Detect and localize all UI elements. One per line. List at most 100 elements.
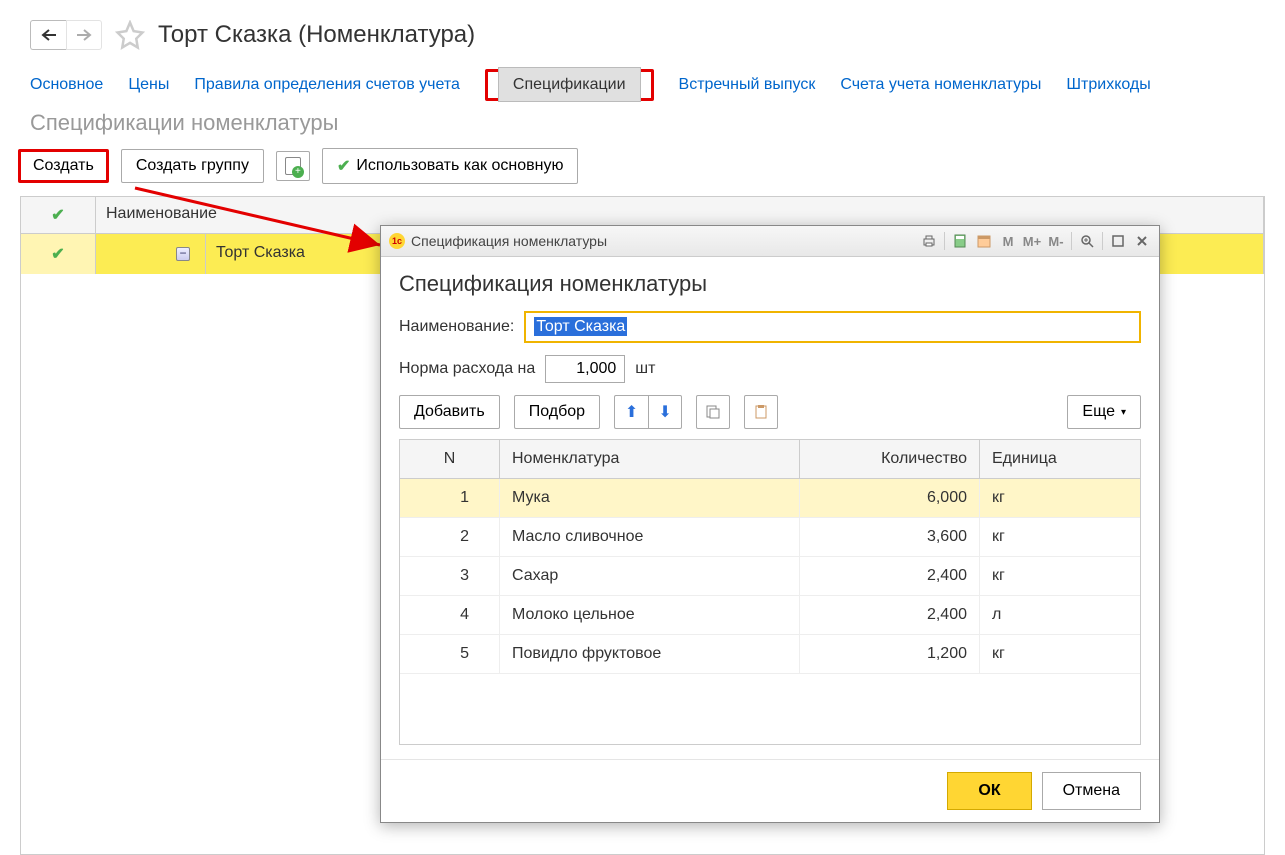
grid-row[interactable]: 2 Масло сливочное 3,600 кг: [400, 518, 1140, 557]
cell-unit: л: [980, 596, 1140, 634]
col-nomenclature[interactable]: Номенклатура: [500, 440, 800, 478]
grid-row[interactable]: 1 Мука 6,000 кг: [400, 479, 1140, 518]
cell-n: 1: [400, 479, 500, 517]
collapse-icon: −: [176, 247, 190, 261]
ok-button[interactable]: ОК: [947, 772, 1031, 810]
col-quantity[interactable]: Количество: [800, 440, 980, 478]
row-rate: Норма расхода на шт: [399, 355, 1141, 383]
calculator-icon[interactable]: [951, 232, 969, 250]
calendar-icon[interactable]: [975, 232, 993, 250]
pick-button[interactable]: Подбор: [514, 395, 600, 429]
forward-button[interactable]: [66, 20, 102, 50]
name-input-value: Торт Сказка: [534, 317, 627, 336]
tab-specifications[interactable]: Спецификации: [498, 67, 641, 102]
cancel-button[interactable]: Отмена: [1042, 772, 1141, 810]
name-label: Наименование:: [399, 318, 514, 336]
tabs-bar: Основное Цены Правила определения счетов…: [0, 60, 1285, 102]
cell-qty: 1,200: [800, 635, 980, 673]
dialog-body: Спецификация номенклатуры Наименование: …: [381, 257, 1159, 759]
use-as-main-button[interactable]: Использовать как основную: [322, 148, 578, 184]
cell-unit: кг: [980, 479, 1140, 517]
document-plus-icon: [285, 157, 301, 175]
rate-label: Норма расхода на: [399, 360, 535, 378]
zoom-icon[interactable]: [1078, 232, 1096, 250]
create-button[interactable]: Создать: [18, 149, 109, 183]
tab-accounts[interactable]: Счета учета номенклатуры: [840, 68, 1041, 102]
name-input[interactable]: Торт Сказка: [524, 311, 1141, 343]
memory-m-button[interactable]: M: [999, 232, 1017, 250]
use-as-main-label: Использовать как основную: [356, 157, 563, 175]
row-name: Наименование: Торт Сказка: [399, 311, 1141, 343]
tab-main[interactable]: Основное: [30, 68, 103, 102]
grid-row[interactable]: 4 Молоко цельное 2,400 л: [400, 596, 1140, 635]
back-button[interactable]: [30, 20, 66, 50]
dialog-titlebar[interactable]: 1c Спецификация номенклатуры M M+ M-: [381, 226, 1159, 257]
cell-n: 3: [400, 557, 500, 595]
cell-nom: Повидло фруктовое: [500, 635, 800, 673]
tab-counter-release[interactable]: Встречный выпуск: [679, 68, 816, 102]
create-group-button[interactable]: Создать группу: [121, 149, 264, 183]
cell-default: [21, 234, 96, 274]
cell-qty: 6,000: [800, 479, 980, 517]
arrow-down-icon: ⬇: [658, 402, 671, 422]
app-logo-icon: 1c: [389, 233, 405, 249]
maximize-icon[interactable]: [1109, 232, 1127, 250]
cell-unit: кг: [980, 635, 1140, 673]
add-row-button[interactable]: Добавить: [399, 395, 500, 429]
grid-header: N Номенклатура Количество Единица: [400, 440, 1140, 479]
grid-padding: [400, 674, 1140, 744]
copy-create-button[interactable]: [276, 151, 310, 181]
cell-n: 5: [400, 635, 500, 673]
rate-input[interactable]: [545, 355, 625, 383]
tab-specifications-highlight: Спецификации: [485, 69, 654, 101]
dialog-footer: ОК Отмена: [381, 759, 1159, 822]
col-default[interactable]: [21, 197, 96, 233]
move-down-button[interactable]: ⬇: [648, 395, 682, 429]
tab-barcodes[interactable]: Штрихкоды: [1066, 68, 1150, 102]
more-label: Еще: [1082, 403, 1115, 421]
toolbar: Создать Создать группу Использовать как …: [0, 148, 1285, 196]
tab-account-rules[interactable]: Правила определения счетов учета: [194, 68, 460, 102]
check-icon: [337, 156, 350, 176]
cell-n: 4: [400, 596, 500, 634]
dialog-window-title: Спецификация номенклатуры: [411, 233, 914, 249]
grid-row[interactable]: 3 Сахар 2,400 кг: [400, 557, 1140, 596]
dialog-title: Спецификация номенклатуры: [399, 271, 1141, 297]
print-icon[interactable]: [920, 232, 938, 250]
cell-expand[interactable]: −: [96, 234, 206, 274]
check-icon: [51, 207, 64, 224]
cell-nom: Масло сливочное: [500, 518, 800, 556]
copy-rows-button[interactable]: [696, 395, 730, 429]
cell-qty: 2,400: [800, 596, 980, 634]
move-up-button[interactable]: ⬆: [614, 395, 648, 429]
tab-prices[interactable]: Цены: [128, 68, 169, 102]
arrow-up-icon: ⬆: [625, 402, 638, 422]
close-icon[interactable]: [1133, 232, 1151, 250]
topbar: Торт Сказка (Номенклатура): [0, 0, 1285, 60]
col-unit[interactable]: Единица: [980, 440, 1140, 478]
favorite-star-icon[interactable]: [115, 20, 145, 50]
col-n[interactable]: N: [400, 440, 500, 478]
grid-toolbar: Добавить Подбор ⬆ ⬇ Еще ▾: [399, 395, 1141, 429]
cell-qty: 3,600: [800, 518, 980, 556]
rate-unit: шт: [635, 360, 655, 378]
paste-rows-button[interactable]: [744, 395, 778, 429]
nav-history-group: [30, 20, 102, 50]
grid-row[interactable]: 5 Повидло фруктовое 1,200 кг: [400, 635, 1140, 674]
cell-n: 2: [400, 518, 500, 556]
ingredients-grid: N Номенклатура Количество Единица 1 Мука…: [399, 439, 1141, 745]
memory-mminus-button[interactable]: M-: [1047, 232, 1065, 250]
cell-qty: 2,400: [800, 557, 980, 595]
check-icon: [51, 246, 64, 263]
cell-nom: Молоко цельное: [500, 596, 800, 634]
move-group: ⬆ ⬇: [614, 395, 682, 429]
copy-icon: [705, 404, 721, 420]
cell-unit: кг: [980, 518, 1140, 556]
memory-mplus-button[interactable]: M+: [1023, 232, 1041, 250]
more-button[interactable]: Еще ▾: [1067, 395, 1141, 429]
page-title: Торт Сказка (Номенклатура): [158, 21, 475, 49]
paste-icon: [753, 404, 769, 420]
cell-nom: Мука: [500, 479, 800, 517]
cell-nom: Сахар: [500, 557, 800, 595]
spec-dialog: 1c Спецификация номенклатуры M M+ M- Спе…: [380, 225, 1160, 823]
